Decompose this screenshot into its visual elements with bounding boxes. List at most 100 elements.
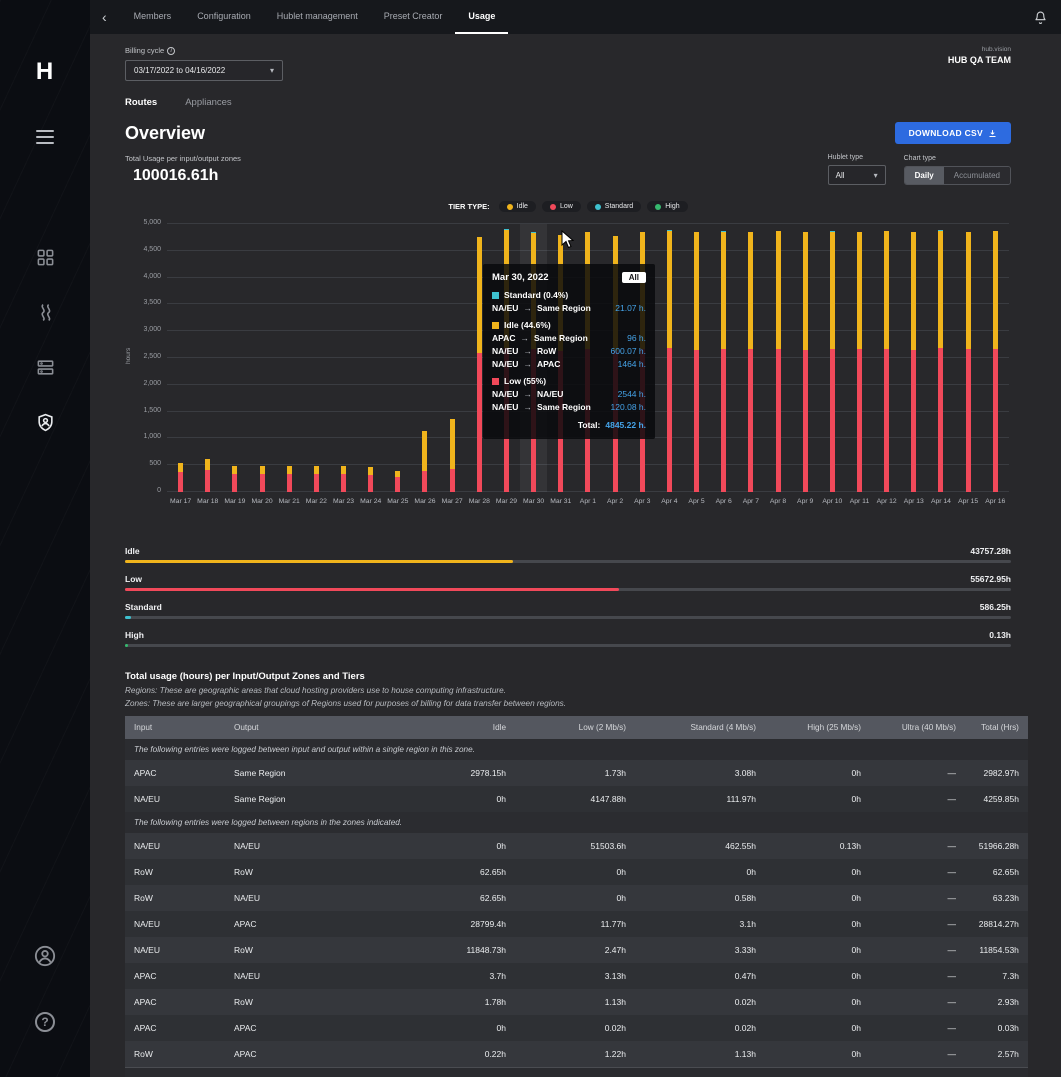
- chart-bar-apr-9[interactable]: [792, 224, 819, 492]
- billing-cycle-select[interactable]: 03/17/2022 to 04/16/2022 ▾: [125, 60, 283, 81]
- chart-bar-apr-4[interactable]: [656, 224, 683, 492]
- tooltip-route: NA/EU→NA/EU: [492, 389, 563, 399]
- bar-segment-low: [368, 475, 373, 492]
- tooltip-route: NA/EU→Same Region: [492, 303, 591, 313]
- tier-color-square: [492, 378, 499, 385]
- route-from: NA/EU: [492, 359, 518, 369]
- chart-type-daily-button[interactable]: Daily: [905, 167, 944, 184]
- chart-bar-mar-18[interactable]: [194, 224, 221, 492]
- chart-bar-apr-8[interactable]: [764, 224, 791, 492]
- dashboard-icon[interactable]: [0, 242, 90, 272]
- legend-item-idle[interactable]: Idle: [499, 201, 536, 212]
- arrow-right-icon: →: [523, 303, 532, 313]
- chart-bar-mar-17[interactable]: [167, 224, 194, 492]
- menu-icon[interactable]: [0, 122, 90, 152]
- legend-item-standard[interactable]: Standard: [587, 201, 641, 212]
- x-tick-label: Apr 1: [574, 498, 601, 505]
- account-icon[interactable]: [0, 941, 90, 971]
- app-logo[interactable]: H: [0, 58, 90, 86]
- chart-bar-mar-24[interactable]: [357, 224, 384, 492]
- notifications-bell-icon[interactable]: [1034, 11, 1047, 24]
- usage-bar-chart: hours 05001,0001,5002,0002,5003,0003,500…: [125, 224, 1011, 520]
- x-tick-label: Apr 4: [656, 498, 683, 505]
- help-icon[interactable]: ?: [0, 1007, 90, 1037]
- chart-bar-apr-6[interactable]: [710, 224, 737, 492]
- x-tick-label: Apr 10: [819, 498, 846, 505]
- bar-segment-low: [178, 472, 183, 492]
- chart-bar-apr-14[interactable]: [927, 224, 954, 492]
- appliances-icon[interactable]: [0, 352, 90, 382]
- bar-stack: [368, 467, 373, 492]
- info-icon[interactable]: i: [167, 47, 175, 55]
- bar-segment-low: [395, 477, 400, 492]
- tier-progress-track: [125, 588, 1011, 591]
- table-cell: 3.13h: [515, 963, 635, 989]
- legend-item-high[interactable]: High: [647, 201, 687, 212]
- x-tick-label: Apr 5: [683, 498, 710, 505]
- table-cell: 11848.73h: [415, 937, 515, 963]
- chart-bar-apr-11[interactable]: [846, 224, 873, 492]
- chart-bar-apr-12[interactable]: [873, 224, 900, 492]
- bar-segment-low: [341, 474, 346, 492]
- tab-preset-creator[interactable]: Preset Creator: [371, 0, 456, 34]
- chart-bar-mar-26[interactable]: [411, 224, 438, 492]
- tab-hublet-management[interactable]: Hublet management: [264, 0, 371, 34]
- tab-routes[interactable]: Routes: [125, 97, 157, 108]
- table-cell: 3.33h: [635, 937, 765, 963]
- chart-bar-mar-25[interactable]: [384, 224, 411, 492]
- x-tick-label: Mar 25: [384, 498, 411, 505]
- hublet-type-select[interactable]: All ▾: [828, 165, 886, 185]
- security-icon[interactable]: [0, 407, 90, 437]
- bar-segment-idle: [178, 463, 183, 472]
- table-cell: RoW: [225, 859, 415, 885]
- chart-bar-mar-19[interactable]: [221, 224, 248, 492]
- tab-appliances[interactable]: Appliances: [185, 97, 231, 108]
- tooltip-row: NA/EU→APAC1464 h.: [492, 359, 646, 369]
- zones-note: Zones: These are larger geographical gro…: [125, 699, 1011, 708]
- chart-bar-mar-20[interactable]: [248, 224, 275, 492]
- chart-bar-mar-21[interactable]: [276, 224, 303, 492]
- bar-segment-low: [776, 349, 781, 492]
- table-cell: 1.78h: [415, 989, 515, 1015]
- y-tick-label: 0: [157, 487, 161, 494]
- bar-segment-idle: [803, 232, 808, 349]
- chart-type-accumulated-button[interactable]: Accumulated: [944, 167, 1010, 184]
- legend-label: Standard: [605, 203, 633, 210]
- chart-bar-mar-22[interactable]: [303, 224, 330, 492]
- x-tick-label: Apr 2: [602, 498, 629, 505]
- table-cell: NA/EU: [125, 911, 225, 937]
- top-navigation-bar: ‹ MembersConfigurationHublet managementP…: [90, 0, 1061, 34]
- bar-stack: [857, 232, 862, 492]
- back-chevron-icon[interactable]: ‹: [102, 9, 107, 25]
- legend-item-low[interactable]: Low: [542, 201, 581, 212]
- tooltip-value: 2544 h.: [618, 389, 646, 399]
- chart-bar-apr-10[interactable]: [819, 224, 846, 492]
- high-color-dot: [655, 204, 661, 210]
- chart-bar-apr-15[interactable]: [955, 224, 982, 492]
- chart-bar-apr-5[interactable]: [683, 224, 710, 492]
- tier-name: Idle (44.6%): [504, 320, 551, 330]
- download-csv-button[interactable]: DOWNLOAD CSV: [895, 122, 1011, 144]
- table-cell: 7.3h: [965, 963, 1028, 989]
- routes-icon[interactable]: [0, 297, 90, 327]
- tab-usage[interactable]: Usage: [455, 0, 508, 34]
- tab-members[interactable]: Members: [121, 0, 185, 34]
- chart-bar-apr-7[interactable]: [737, 224, 764, 492]
- chart-bar-mar-23[interactable]: [330, 224, 357, 492]
- bar-stack: [884, 231, 889, 492]
- bar-segment-low: [314, 474, 319, 492]
- table-header-output: Output: [225, 716, 415, 739]
- chart-bar-apr-16[interactable]: [982, 224, 1009, 492]
- low-color-dot: [550, 204, 556, 210]
- table-cell: 462.55h: [635, 833, 765, 859]
- bar-stack: [694, 232, 699, 492]
- tier-label: High: [125, 630, 144, 640]
- table-cell: 0h: [635, 859, 765, 885]
- chart-bar-apr-13[interactable]: [900, 224, 927, 492]
- tooltip-row: NA/EU→Same Region21.07 h.: [492, 303, 646, 313]
- tab-configuration[interactable]: Configuration: [184, 0, 264, 34]
- bar-segment-low: [966, 349, 971, 492]
- y-tick-label: 4,500: [143, 246, 161, 253]
- chart-bar-mar-27[interactable]: [439, 224, 466, 492]
- help-glyph: ?: [35, 1012, 55, 1032]
